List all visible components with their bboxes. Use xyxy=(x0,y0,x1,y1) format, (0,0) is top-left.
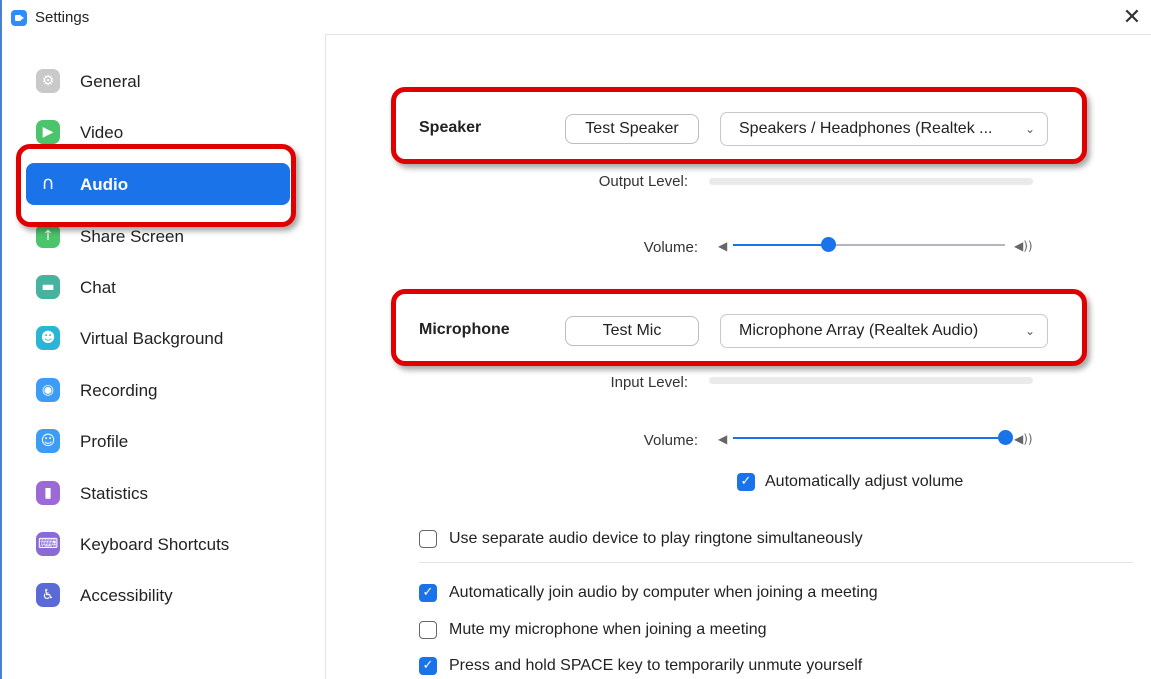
sidebar-item-label: Chat xyxy=(80,278,116,297)
video-camera-icon: ▶ xyxy=(36,120,60,144)
sidebar-item-label: Statistics xyxy=(80,484,149,503)
sidebar-item-label: General xyxy=(80,72,141,91)
sidebar-item-profile[interactable]: ☺ Profile xyxy=(26,420,290,462)
sidebar-item-general[interactable]: ⚙ General xyxy=(26,60,290,102)
accessibility-person-icon: ♿ xyxy=(36,583,60,607)
auto-join-audio-checkbox[interactable]: ✓ xyxy=(419,584,437,602)
slider-thumb[interactable] xyxy=(821,237,837,252)
separate-ringtone-device-label: Use separate audio device to play ringto… xyxy=(449,530,863,547)
output-level-label: Output Level: xyxy=(598,173,688,190)
gear-icon: ⚙ xyxy=(36,69,60,93)
speaker-label: Speaker xyxy=(419,119,482,136)
close-icon[interactable]: ✕ xyxy=(1119,4,1145,30)
audio-highlight-box xyxy=(16,144,296,227)
sidebar-item-label: Profile xyxy=(80,432,129,451)
zoom-app-icon xyxy=(11,10,27,26)
speaker-volume-label: Volume: xyxy=(643,239,698,256)
microphone-device-select[interactable]: Microphone Array (Realtek Audio) ⌄ xyxy=(720,314,1048,348)
bar-chart-icon: ▮ xyxy=(36,481,60,505)
microphone-device-value: Microphone Array (Realtek Audio) xyxy=(739,322,979,339)
sidebar-item-accessibility[interactable]: ♿ Accessibility xyxy=(26,574,290,616)
mute-mic-on-join-checkbox[interactable] xyxy=(419,621,437,639)
microphone-volume-slider[interactable] xyxy=(733,430,1013,445)
keyboard-icon: ⌨ xyxy=(36,532,60,556)
output-level-meter xyxy=(709,178,1033,185)
window-title: Settings xyxy=(35,9,90,26)
input-level-label: Input Level: xyxy=(610,374,688,391)
profile-person-icon: ☺ xyxy=(36,429,60,453)
sidebar-item-virtual-background[interactable]: ☻ Virtual Background xyxy=(26,317,290,359)
settings-window: Settings ✕ ⚙ General ▶ Video ∩ Audio ↑ S… xyxy=(0,0,1151,679)
slider-fill xyxy=(733,437,1005,439)
separate-ringtone-device-checkbox[interactable] xyxy=(419,530,437,548)
speaker-volume-slider[interactable] xyxy=(733,237,1005,252)
mute-mic-on-join-label: Mute my microphone when joining a meetin… xyxy=(449,621,767,638)
slider-thumb[interactable] xyxy=(998,430,1013,445)
test-speaker-button[interactable]: Test Speaker xyxy=(565,114,699,144)
section-divider xyxy=(419,562,1133,563)
speaker-device-select[interactable]: Speakers / Headphones (Realtek ... ⌄ xyxy=(720,112,1048,146)
microphone-volume-label: Volume: xyxy=(643,432,698,449)
sidebar-item-label: Share Screen xyxy=(80,227,184,246)
hold-space-unmute-checkbox[interactable]: ✓ xyxy=(419,657,437,675)
sidebar-item-label: Keyboard Shortcuts xyxy=(80,535,230,554)
volume-high-icon: ◀)) xyxy=(1014,432,1033,446)
sidebar-item-label: Video xyxy=(80,123,124,142)
record-icon: ◉ xyxy=(36,378,60,402)
sidebar-item-statistics[interactable]: ▮ Statistics xyxy=(26,472,290,514)
input-level-meter xyxy=(709,377,1033,384)
chevron-down-icon: ⌄ xyxy=(1024,122,1035,136)
sidebar-item-label: Accessibility xyxy=(80,586,173,605)
person-background-icon: ☻ xyxy=(36,326,60,350)
title-bar: Settings ✕ xyxy=(2,0,1151,35)
auto-join-audio-label: Automatically join audio by computer whe… xyxy=(449,584,878,601)
sidebar-item-chat[interactable]: ▬ Chat xyxy=(26,266,290,308)
test-mic-button[interactable]: Test Mic xyxy=(565,316,699,346)
share-screen-icon: ↑ xyxy=(36,224,60,248)
hold-space-unmute-label: Press and hold SPACE key to temporarily … xyxy=(449,657,863,674)
speaker-device-value: Speakers / Headphones (Realtek ... xyxy=(739,120,993,137)
sidebar-item-label: Virtual Background xyxy=(80,329,224,348)
sidebar-item-recording[interactable]: ◉ Recording xyxy=(26,369,290,411)
sidebar-item-keyboard-shortcuts[interactable]: ⌨ Keyboard Shortcuts xyxy=(26,523,290,565)
volume-low-icon: ◀ xyxy=(718,239,728,253)
chevron-down-icon: ⌄ xyxy=(1024,324,1035,338)
volume-low-icon: ◀ xyxy=(718,432,728,446)
auto-adjust-volume-label: Automatically adjust volume xyxy=(765,473,964,490)
sidebar-item-label: Recording xyxy=(80,381,158,400)
audio-settings-panel: Speaker Test Speaker Speakers / Headphon… xyxy=(326,34,1151,679)
microphone-label: Microphone xyxy=(419,321,510,338)
volume-high-icon: ◀)) xyxy=(1014,239,1033,253)
slider-fill xyxy=(733,244,829,246)
chat-bubble-icon: ▬ xyxy=(36,275,60,299)
auto-adjust-volume-checkbox[interactable]: ✓ xyxy=(737,473,755,491)
settings-sidebar: ⚙ General ▶ Video ∩ Audio ↑ Share Screen… xyxy=(2,34,326,679)
